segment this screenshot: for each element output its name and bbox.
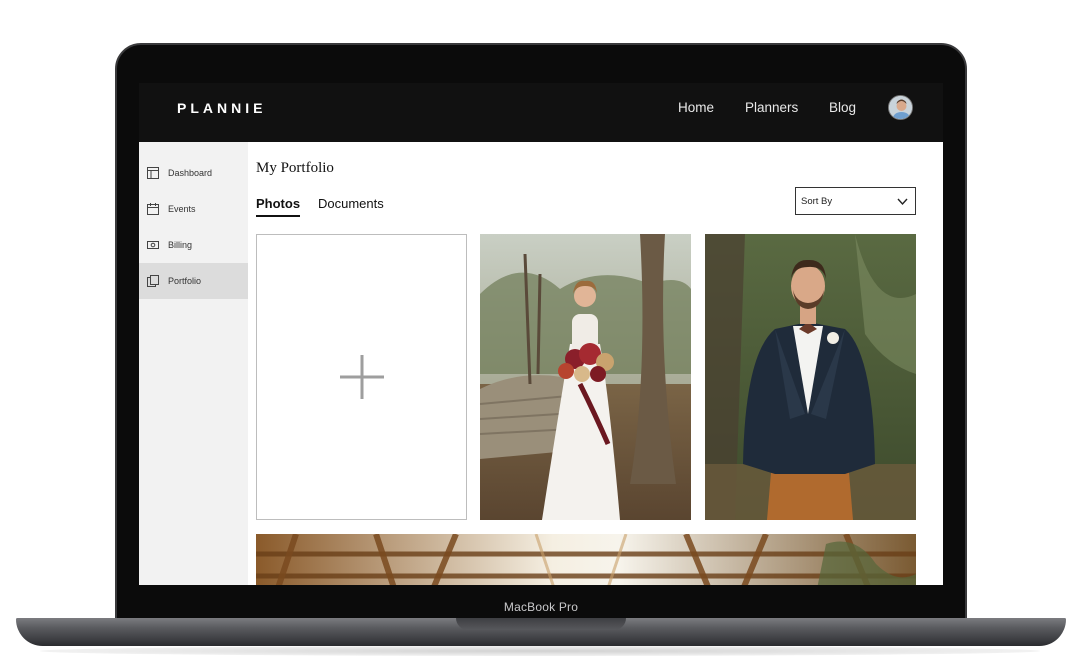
photo-bride[interactable] — [480, 234, 691, 520]
tab-documents[interactable]: Documents — [318, 196, 384, 211]
nav-blog-link[interactable]: Blog — [829, 100, 856, 115]
laptop-notch — [456, 618, 626, 630]
calendar-icon — [147, 203, 159, 215]
add-photo-tile[interactable] — [256, 234, 467, 520]
sidebar-item-portfolio[interactable]: Portfolio — [139, 263, 248, 299]
nav-planners-link[interactable]: Planners — [745, 100, 798, 115]
page-title: My Portfolio — [256, 160, 334, 176]
sort-label: Sort By — [801, 196, 833, 207]
nav-home-link[interactable]: Home — [678, 100, 714, 115]
app-screen: PLANNIE Home Planners Blog Dashboard Eve… — [139, 83, 943, 585]
money-icon — [147, 241, 159, 249]
sidebar-item-label: Billing — [168, 240, 193, 250]
tab-photos[interactable]: Photos — [256, 196, 301, 217]
sort-dropdown[interactable]: Sort By — [795, 187, 916, 215]
photo-barn-image — [256, 534, 916, 585]
stage: MacBook Pro PLANNIE Home Planners Blog D — [0, 0, 1082, 669]
laptop-shadow — [40, 646, 1040, 656]
sidebar-item-dashboard[interactable]: Dashboard — [139, 155, 248, 191]
logo[interactable]: PLANNIE — [177, 100, 266, 116]
sidebar-item-label: Events — [168, 204, 196, 214]
photo-bride-image — [480, 234, 691, 520]
sidebar-item-label: Portfolio — [168, 276, 202, 286]
device-brand-label: MacBook Pro — [503, 600, 579, 614]
sidebar: Dashboard Events Billing Portfolio — [139, 142, 248, 585]
layout-icon — [147, 167, 159, 179]
sidebar-item-label: Dashboard — [168, 168, 213, 178]
photo-groom-image — [705, 234, 916, 520]
copy-icon — [147, 275, 159, 287]
avatar-image — [889, 96, 912, 119]
sidebar-item-billing[interactable]: Billing — [139, 227, 248, 263]
plus-icon — [340, 355, 384, 399]
chevron-down-icon — [897, 198, 908, 206]
photo-groom[interactable] — [705, 234, 916, 520]
top-navbar: PLANNIE Home Planners Blog — [139, 83, 943, 142]
user-avatar[interactable] — [888, 95, 913, 120]
photo-barn-ceiling[interactable] — [256, 534, 916, 585]
sidebar-item-events[interactable]: Events — [139, 191, 248, 227]
